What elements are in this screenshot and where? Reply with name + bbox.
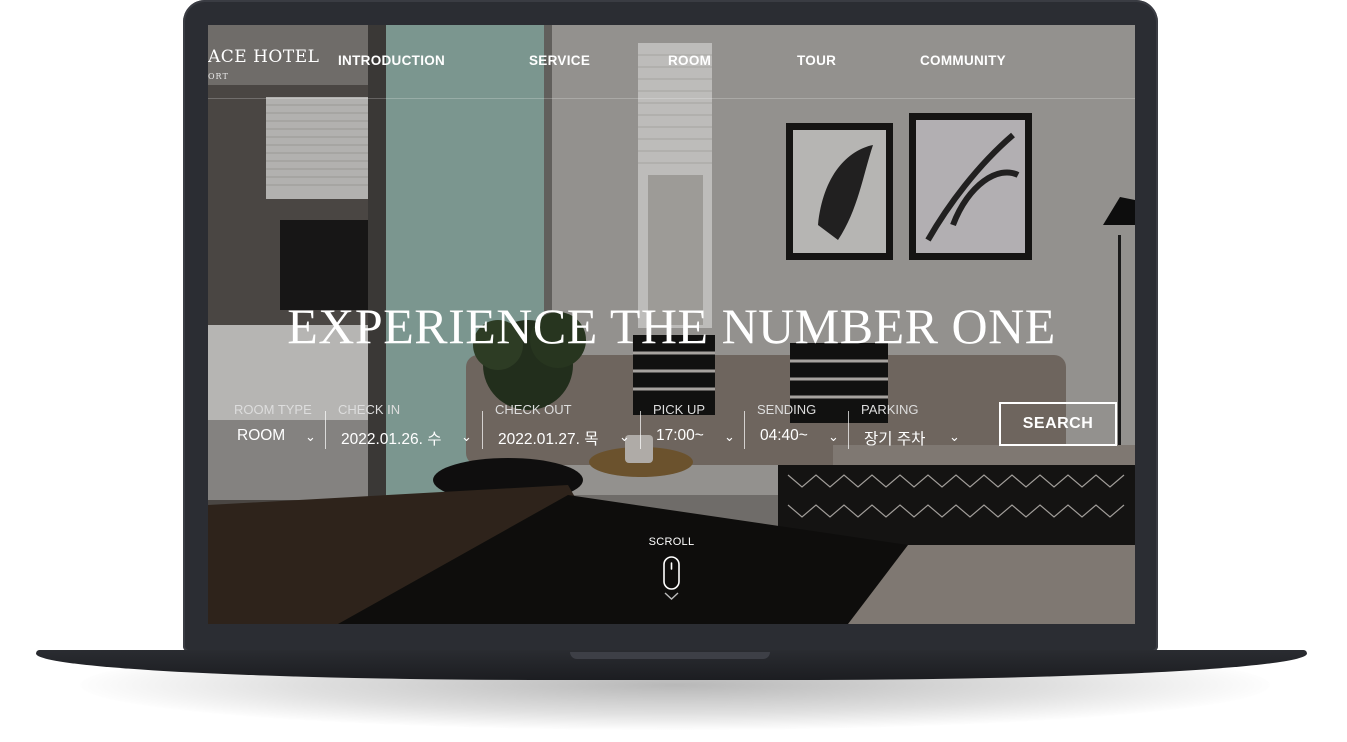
field-divider [640, 411, 641, 449]
hotel-logo-sub: ORT [208, 72, 229, 81]
mouse-icon[interactable] [663, 556, 680, 590]
check-out-value: 2022.01.27. 목 [498, 431, 599, 448]
field-divider [325, 411, 326, 449]
room-type-value: ROOM [237, 427, 286, 444]
room-type-label: ROOM TYPE [234, 402, 312, 417]
chevron-down-icon [664, 592, 679, 600]
chevron-down-icon: ⌄ [461, 429, 472, 444]
nav-introduction[interactable]: INTRODUCTION [338, 53, 445, 68]
check-in-value: 2022.01.26. 수 [341, 431, 442, 448]
chevron-down-icon: ⌄ [619, 429, 630, 444]
hero-screen: ACE HOTEL ORT INTRODUCTION SERVICE ROOM … [208, 25, 1135, 624]
check-in-label: CHECK IN [338, 402, 401, 417]
chevron-down-icon: ⌄ [724, 429, 735, 444]
chevron-down-icon: ⌄ [949, 429, 960, 444]
nav-tour[interactable]: TOUR [797, 53, 836, 68]
sending-select[interactable]: SENDING 04:40~ ⌄ [757, 402, 842, 450]
laptop-notch [570, 652, 770, 659]
search-button[interactable]: SEARCH [999, 402, 1117, 446]
scroll-label: SCROLL [648, 536, 695, 548]
nav-community[interactable]: COMMUNITY [920, 53, 1006, 68]
check-out-label: CHECK OUT [495, 402, 572, 417]
pick-up-value: 17:00~ [656, 427, 704, 444]
hotel-logo[interactable]: ACE HOTEL [208, 47, 319, 67]
nav-service[interactable]: SERVICE [529, 53, 590, 68]
parking-label: PARKING [861, 402, 919, 417]
sending-value: 04:40~ [760, 427, 808, 444]
field-divider [482, 411, 483, 449]
nav-room[interactable]: ROOM [668, 53, 711, 68]
chevron-down-icon: ⌄ [305, 429, 316, 444]
check-out-select[interactable]: CHECK OUT 2022.01.27. 목 ⌄ [495, 402, 635, 450]
check-in-select[interactable]: CHECK IN 2022.01.26. 수 ⌄ [338, 402, 478, 450]
pick-up-label: PICK UP [653, 402, 706, 417]
field-divider [848, 411, 849, 449]
field-divider [744, 411, 745, 449]
hero-title: EXPERIENCE THE NUMBER ONE [287, 298, 1056, 354]
chevron-down-icon: ⌄ [828, 429, 839, 444]
sending-label: SENDING [757, 402, 817, 417]
parking-value: 장기 주차 [864, 431, 926, 448]
parking-select[interactable]: PARKING 장기 주차 ⌄ [861, 402, 966, 450]
room-type-select[interactable]: ROOM TYPE ROOM ⌄ [234, 402, 320, 450]
header-divider [208, 98, 1135, 99]
pick-up-select[interactable]: PICK UP 17:00~ ⌄ [653, 402, 738, 450]
